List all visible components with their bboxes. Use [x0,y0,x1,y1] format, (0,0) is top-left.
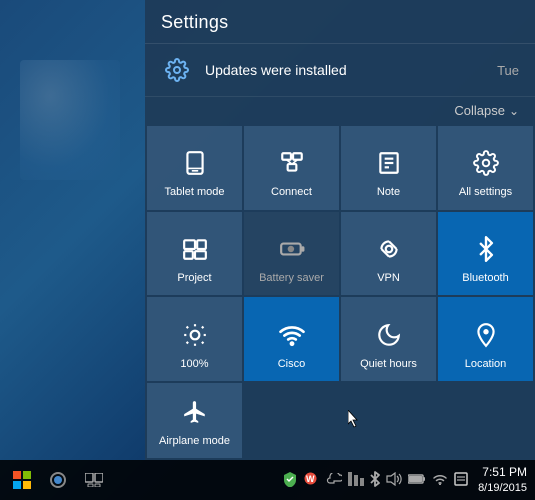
start-button[interactable] [6,460,38,500]
cisco-wifi-icon [279,322,305,352]
tile-note[interactable]: Note [341,126,436,210]
tile-vpn[interactable]: VPN [341,212,436,296]
location-icon [473,322,499,352]
empty-tile-3 [438,383,533,458]
quick-actions-grid: Tablet mode Connect [145,124,535,383]
airplane-icon [182,399,208,429]
tile-brightness-label: 100% [180,358,208,371]
tile-all-settings[interactable]: All settings [438,126,533,210]
taskbar-left [0,460,110,500]
cortana-button[interactable] [42,460,74,500]
tile-location-label: Location [465,358,507,371]
tile-airplane-mode-label: Airplane mode [159,435,230,448]
tile-tablet-mode[interactable]: Tablet mode [147,126,242,210]
project-icon [182,236,208,266]
connect-icon [279,150,305,180]
tile-project[interactable]: Project [147,212,242,296]
battery-taskbar-icon[interactable] [408,473,426,488]
store-icon[interactable]: W [303,471,318,489]
clock[interactable]: 7:51 PM 8/19/2015 [478,464,527,496]
tile-all-settings-label: All settings [459,186,512,199]
bluetooth-icon [475,236,497,266]
brightness-icon [182,322,208,352]
tile-quiet-hours[interactable]: Quiet hours [341,297,436,381]
tile-location[interactable]: Location [438,297,533,381]
tile-note-label: Note [377,186,400,199]
notification-text: Updates were installed [205,62,347,78]
notification-content: Updates were installed [161,54,347,86]
defender-icon[interactable] [283,471,297,490]
taskbar-right: W [283,464,535,496]
bluetooth-taskbar-icon[interactable] [370,471,380,490]
clock-date: 8/19/2015 [478,481,527,496]
desktop: Settings Updates were installed Tue Coll… [0,0,535,500]
tile-project-label: Project [177,272,211,285]
notification-icon [161,54,193,86]
empty-tile-2 [341,383,436,458]
quiet-hours-icon [376,322,402,352]
settings-header: Settings [145,0,535,44]
all-settings-icon [473,150,499,180]
tile-brightness[interactable]: 100% [147,297,242,381]
battery-saver-icon [279,236,305,266]
wifi-taskbar-icon[interactable] [432,472,448,488]
tile-quiet-hours-label: Quiet hours [360,358,417,371]
action-center-icon[interactable] [454,472,468,489]
tile-battery-saver-label: Battery saver [259,272,324,285]
tile-cisco-label: Cisco [278,358,306,371]
chevron-down-icon: ⌄ [509,104,519,118]
vpn-icon [376,236,402,266]
notification-day: Tue [497,63,519,78]
settings-title: Settings [161,12,228,32]
task-view-button[interactable] [78,460,110,500]
onedrive-icon[interactable] [324,473,342,488]
clock-time: 7:51 PM [482,464,527,481]
tile-bluetooth[interactable]: Bluetooth [438,212,533,296]
tile-cisco[interactable]: Cisco [244,297,339,381]
empty-tile-1 [244,383,339,458]
tile-battery-saver[interactable]: Battery saver [244,212,339,296]
collapse-label: Collapse [454,103,505,118]
network-icon[interactable] [348,472,364,489]
tile-airplane-mode[interactable]: Airplane mode [147,383,242,458]
last-row: Airplane mode [145,383,535,460]
svg-text:W: W [306,474,315,484]
taskbar: W [0,460,535,500]
note-icon [376,150,402,180]
tile-tablet-mode-label: Tablet mode [165,186,225,199]
volume-icon[interactable] [386,472,402,489]
action-center: Settings Updates were installed Tue Coll… [145,0,535,460]
notification-area[interactable]: Updates were installed Tue [145,44,535,97]
tile-vpn-label: VPN [377,272,400,285]
tile-connect[interactable]: Connect [244,126,339,210]
tile-bluetooth-label: Bluetooth [462,272,508,285]
collapse-bar[interactable]: Collapse ⌄ [145,97,535,124]
tile-connect-label: Connect [271,186,312,199]
tablet-mode-icon [182,150,208,180]
